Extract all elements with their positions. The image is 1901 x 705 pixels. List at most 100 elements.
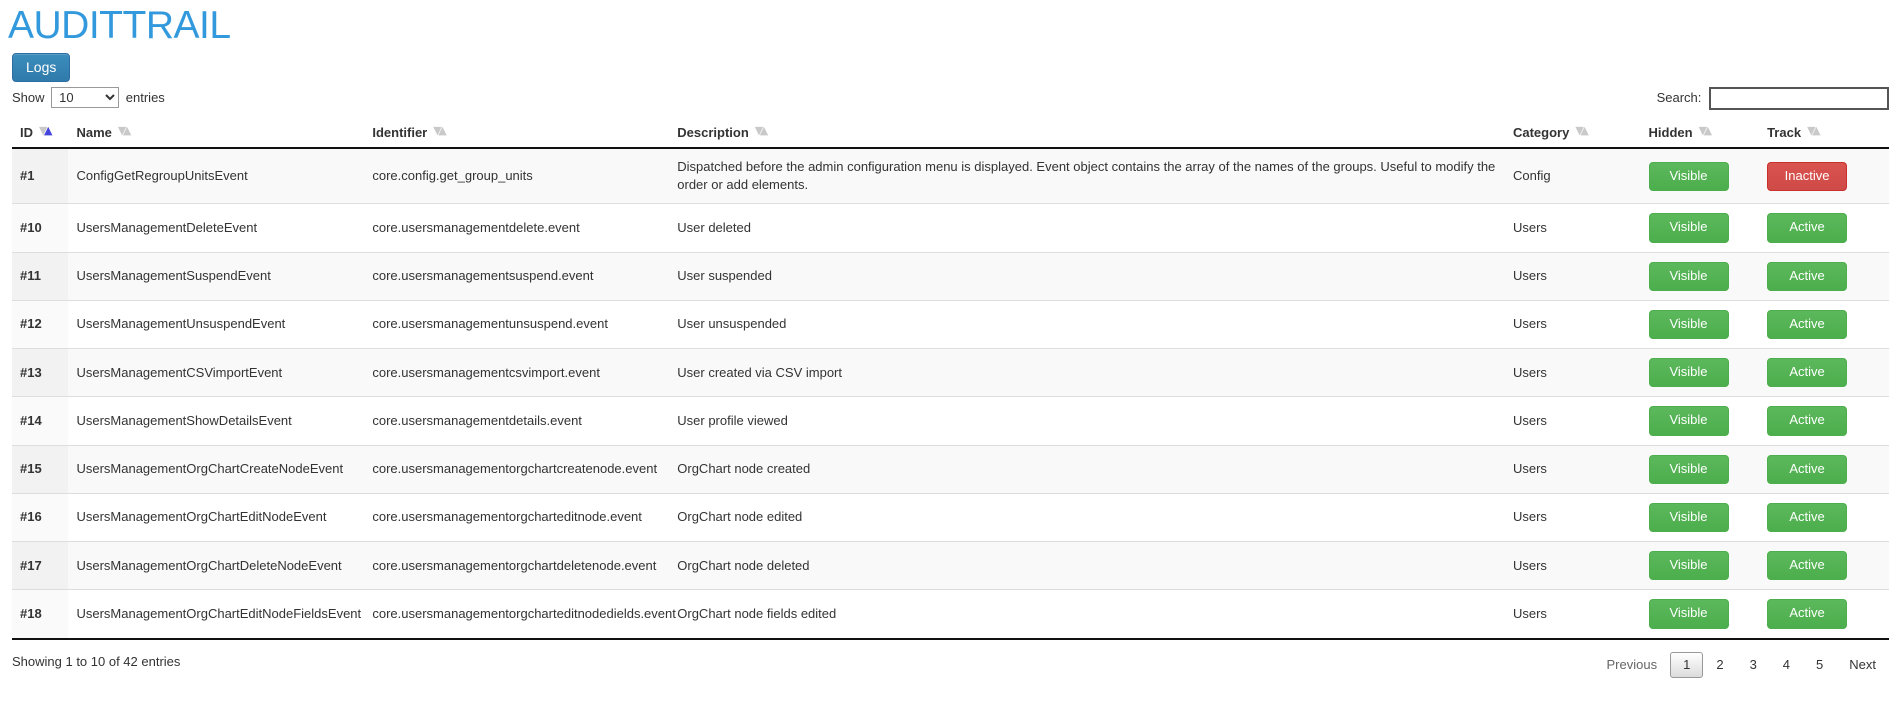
pagination-previous[interactable]: Previous bbox=[1594, 652, 1671, 678]
pagination-page-3[interactable]: 3 bbox=[1737, 652, 1770, 678]
pagination-page-1[interactable]: 1 bbox=[1670, 652, 1703, 678]
hidden-toggle-button[interactable]: Visible bbox=[1649, 310, 1729, 339]
cell-id: #18 bbox=[12, 590, 68, 639]
cell-category: Users bbox=[1505, 204, 1641, 252]
column-header-id[interactable]: ID ▼▲ bbox=[12, 119, 68, 148]
column-header-description[interactable]: Description▼▲ bbox=[669, 119, 1505, 148]
cell-track: Active bbox=[1759, 445, 1889, 493]
cell-description: User suspended bbox=[669, 252, 1505, 300]
track-toggle-button[interactable]: Active bbox=[1767, 599, 1847, 628]
pagination-page-4[interactable]: 4 bbox=[1770, 652, 1803, 678]
cell-hidden: Visible bbox=[1641, 397, 1760, 445]
column-header-label: Description bbox=[677, 125, 749, 140]
table-row: #17UsersManagementOrgChartDeleteNodeEven… bbox=[12, 542, 1889, 590]
track-toggle-button[interactable]: Active bbox=[1767, 213, 1847, 242]
table-body: #1ConfigGetRegroupUnitsEventcore.config.… bbox=[12, 148, 1889, 639]
sort-ascending-icon: ▼▲ bbox=[39, 126, 53, 138]
search-input[interactable] bbox=[1709, 87, 1889, 110]
cell-category: Users bbox=[1505, 542, 1641, 590]
cell-hidden: Visible bbox=[1641, 493, 1760, 541]
cell-id: #1 bbox=[12, 148, 68, 204]
sort-both-icon: ▼▲ bbox=[433, 126, 447, 138]
cell-hidden: Visible bbox=[1641, 445, 1760, 493]
column-header-label: Hidden bbox=[1649, 125, 1693, 140]
table-row: #11UsersManagementSuspendEventcore.users… bbox=[12, 252, 1889, 300]
sort-both-icon: ▼▲ bbox=[1807, 126, 1821, 138]
table-row: #1ConfigGetRegroupUnitsEventcore.config.… bbox=[12, 148, 1889, 204]
cell-name: UsersManagementUnsuspendEvent bbox=[68, 300, 364, 348]
cell-hidden: Visible bbox=[1641, 148, 1760, 204]
cell-category: Users bbox=[1505, 493, 1641, 541]
page-length-select[interactable]: 102550100 bbox=[51, 87, 119, 108]
cell-id: #12 bbox=[12, 300, 68, 348]
cell-name: UsersManagementShowDetailsEvent bbox=[68, 397, 364, 445]
cell-track: Active bbox=[1759, 590, 1889, 639]
cell-name: UsersManagementDeleteEvent bbox=[68, 204, 364, 252]
track-toggle-button[interactable]: Active bbox=[1767, 455, 1847, 484]
hidden-toggle-button[interactable]: Visible bbox=[1649, 551, 1729, 580]
cell-hidden: Visible bbox=[1641, 349, 1760, 397]
hidden-toggle-button[interactable]: Visible bbox=[1649, 406, 1729, 435]
pagination-next[interactable]: Next bbox=[1836, 652, 1889, 678]
table-row: #12UsersManagementUnsuspendEventcore.use… bbox=[12, 300, 1889, 348]
hidden-toggle-button[interactable]: Visible bbox=[1649, 503, 1729, 532]
search-label: Search: bbox=[1657, 90, 1702, 105]
cell-track: Active bbox=[1759, 349, 1889, 397]
table-info: Showing 1 to 10 of 42 entries bbox=[12, 654, 180, 669]
hidden-toggle-button[interactable]: Visible bbox=[1649, 213, 1729, 242]
cell-category: Users bbox=[1505, 397, 1641, 445]
cell-description: User profile viewed bbox=[669, 397, 1505, 445]
track-toggle-button[interactable]: Active bbox=[1767, 310, 1847, 339]
column-header-label: Name bbox=[76, 125, 111, 140]
cell-description: User deleted bbox=[669, 204, 1505, 252]
cell-category: Config bbox=[1505, 148, 1641, 204]
cell-track: Inactive bbox=[1759, 148, 1889, 204]
cell-category: Users bbox=[1505, 590, 1641, 639]
cell-identifier: core.usersmanagementdetails.event bbox=[364, 397, 669, 445]
column-header-label: ID bbox=[20, 125, 33, 140]
hidden-toggle-button[interactable]: Visible bbox=[1649, 599, 1729, 628]
track-toggle-button[interactable]: Active bbox=[1767, 406, 1847, 435]
cell-hidden: Visible bbox=[1641, 252, 1760, 300]
cell-name: ConfigGetRegroupUnitsEvent bbox=[68, 148, 364, 204]
hidden-toggle-button[interactable]: Visible bbox=[1649, 162, 1729, 191]
hidden-toggle-button[interactable]: Visible bbox=[1649, 358, 1729, 387]
column-header-identifier[interactable]: Identifier▼▲ bbox=[364, 119, 669, 148]
pagination-page-2[interactable]: 2 bbox=[1703, 652, 1736, 678]
cell-name: UsersManagementOrgChartCreateNodeEvent bbox=[68, 445, 364, 493]
cell-description: OrgChart node deleted bbox=[669, 542, 1505, 590]
table-row: #10UsersManagementDeleteEventcore.usersm… bbox=[12, 204, 1889, 252]
search-control: Search: bbox=[1657, 87, 1889, 110]
hidden-toggle-button[interactable]: Visible bbox=[1649, 262, 1729, 291]
track-toggle-button[interactable]: Active bbox=[1767, 358, 1847, 387]
sort-both-icon: ▼▲ bbox=[1575, 126, 1589, 138]
table-row: #18UsersManagementOrgChartEditNodeFields… bbox=[12, 590, 1889, 639]
cell-description: User created via CSV import bbox=[669, 349, 1505, 397]
track-toggle-button[interactable]: Inactive bbox=[1767, 162, 1847, 191]
cell-hidden: Visible bbox=[1641, 204, 1760, 252]
hidden-toggle-button[interactable]: Visible bbox=[1649, 455, 1729, 484]
cell-identifier: core.usersmanagementorgcharteditnodediel… bbox=[364, 590, 669, 639]
cell-hidden: Visible bbox=[1641, 590, 1760, 639]
cell-track: Active bbox=[1759, 252, 1889, 300]
cell-identifier: core.usersmanagementcsvimport.event bbox=[364, 349, 669, 397]
cell-id: #15 bbox=[12, 445, 68, 493]
column-header-hidden[interactable]: Hidden▼▲ bbox=[1641, 119, 1760, 148]
cell-identifier: core.usersmanagementunsuspend.event bbox=[364, 300, 669, 348]
cell-description: OrgChart node edited bbox=[669, 493, 1505, 541]
cell-identifier: core.usersmanagementsuspend.event bbox=[364, 252, 669, 300]
column-header-name[interactable]: Name▼▲ bbox=[68, 119, 364, 148]
track-toggle-button[interactable]: Active bbox=[1767, 551, 1847, 580]
audittrail-page: AUDITTRAIL Logs Show 102550100 entries S… bbox=[0, 6, 1901, 686]
cell-identifier: core.usersmanagementorgchartcreatenode.e… bbox=[364, 445, 669, 493]
track-toggle-button[interactable]: Active bbox=[1767, 262, 1847, 291]
column-header-category[interactable]: Category▼▲ bbox=[1505, 119, 1641, 148]
column-header-track[interactable]: Track▼▲ bbox=[1759, 119, 1889, 148]
tab-logs[interactable]: Logs bbox=[12, 53, 70, 82]
table-row: #14UsersManagementShowDetailsEventcore.u… bbox=[12, 397, 1889, 445]
table-row: #15UsersManagementOrgChartCreateNodeEven… bbox=[12, 445, 1889, 493]
pagination-page-5[interactable]: 5 bbox=[1803, 652, 1836, 678]
track-toggle-button[interactable]: Active bbox=[1767, 503, 1847, 532]
cell-id: #16 bbox=[12, 493, 68, 541]
cell-description: Dispatched before the admin configuratio… bbox=[669, 148, 1505, 204]
